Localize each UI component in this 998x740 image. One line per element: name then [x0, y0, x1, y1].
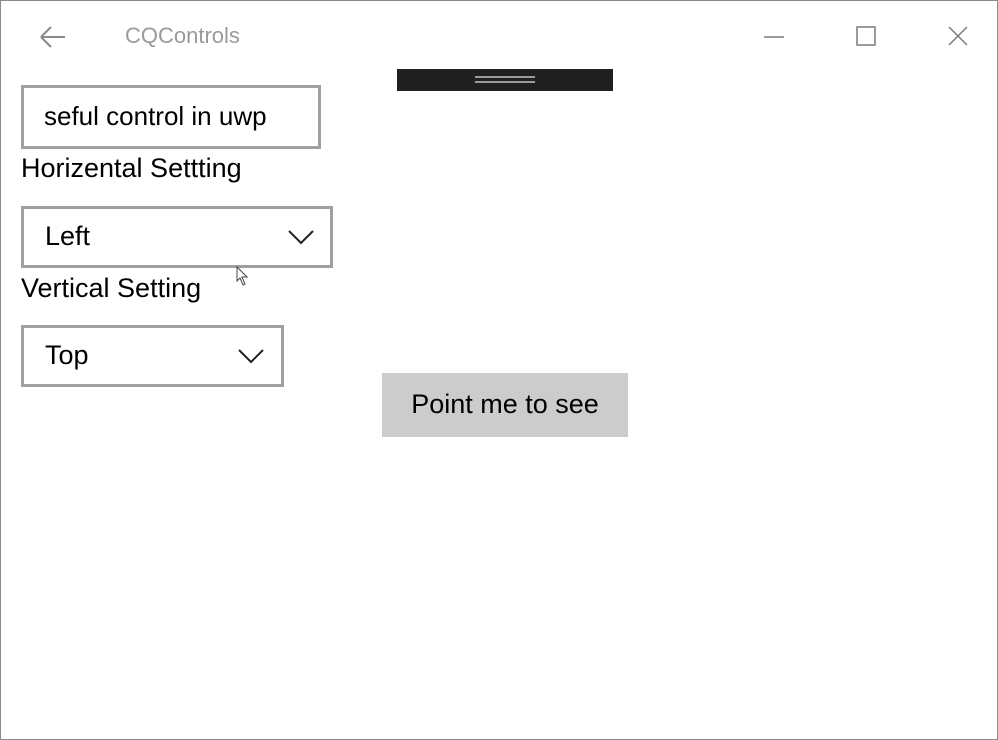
drag-grip-icon	[475, 76, 535, 78]
back-button[interactable]	[29, 19, 77, 55]
title-bar[interactable]: CQControls	[1, 1, 997, 63]
drag-handle[interactable]	[397, 69, 613, 91]
close-icon	[948, 26, 968, 46]
minimize-button[interactable]	[751, 15, 797, 59]
minimize-icon	[764, 36, 784, 38]
vertical-setting-value: Top	[45, 340, 89, 370]
point-me-button[interactable]: Point me to see	[382, 373, 628, 437]
horizontal-setting-value: Left	[45, 221, 91, 251]
chevron-down-icon	[238, 349, 264, 364]
maximize-icon	[856, 26, 876, 46]
chevron-down-icon	[288, 230, 314, 245]
horizontal-setting-dropdown[interactable]: Left	[21, 206, 333, 268]
maximize-button[interactable]	[843, 15, 889, 59]
text-input-value: seful control in uwp	[44, 101, 267, 131]
window-title: CQControls	[125, 23, 240, 48]
drag-grip-line	[475, 81, 535, 83]
app-window: CQControls seful control in uwp Horizent…	[0, 0, 998, 740]
close-button[interactable]	[935, 15, 981, 59]
arrow-left-icon	[40, 26, 65, 48]
vertical-setting-dropdown[interactable]: Top	[21, 325, 284, 387]
text-input[interactable]: seful control in uwp	[21, 85, 321, 149]
point-me-button-label: Point me to see	[411, 389, 599, 419]
horizontal-setting-label: Horizental Settting	[21, 153, 242, 183]
vertical-setting-label: Vertical Setting	[21, 273, 202, 303]
mouse-cursor-icon	[236, 266, 249, 286]
